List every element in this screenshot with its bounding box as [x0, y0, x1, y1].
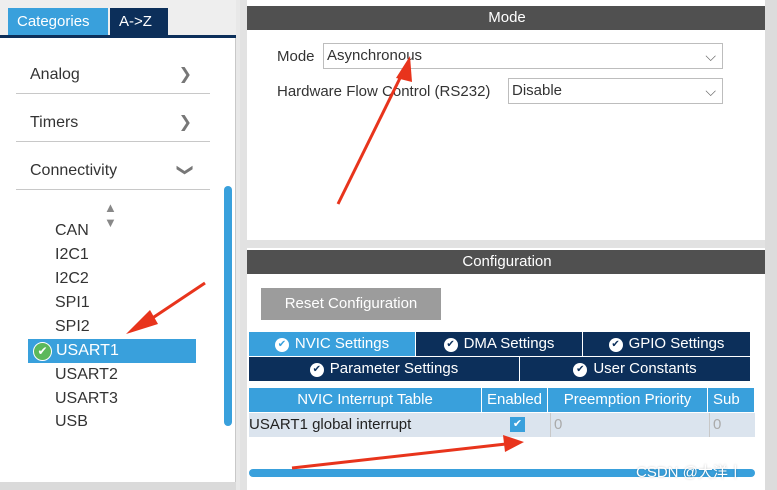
check-circle-icon: ✔: [274, 338, 289, 352]
sub-priority-value[interactable]: 0: [709, 413, 755, 437]
chevron-right-icon: ❯: [178, 114, 192, 131]
tab-nvic-settings[interactable]: ✔ NVIC Settings: [249, 332, 416, 356]
tab-label: DMA Settings: [463, 335, 555, 352]
tab-label: GPIO Settings: [628, 335, 725, 352]
tab-label: NVIC Settings: [294, 335, 390, 352]
tab-parameter-settings[interactable]: ✔ Parameter Settings: [249, 357, 520, 381]
preemption-priority-value[interactable]: 0: [550, 413, 708, 437]
chevron-right-icon: ❯: [178, 66, 192, 83]
watermark: CSDN @大洋丨: [636, 464, 743, 481]
peripheral-usart1-selected[interactable]: ✔ USART1: [28, 339, 196, 363]
reset-configuration-button[interactable]: Reset Configuration: [261, 288, 441, 320]
peripheral-spi1[interactable]: SPI1: [55, 294, 90, 312]
column-header-nvic-interrupt-table[interactable]: NVIC Interrupt Table: [249, 388, 482, 412]
chevron-down-icon: ❯: [176, 163, 194, 177]
peripheral-browser-panel: Categories A->Z Analog ❯ Timers ❯ Connec…: [0, 0, 236, 490]
peripheral-usart3[interactable]: USART3: [55, 390, 118, 408]
configuration-header: Configuration: [247, 250, 767, 274]
category-label: Timers: [30, 114, 79, 131]
bottom-bar: [0, 482, 236, 490]
column-header-preemption-priority[interactable]: Preemption Priority: [548, 388, 708, 412]
vertical-scrollbar[interactable]: [224, 186, 232, 426]
tab-a-to-z[interactable]: A->Z: [110, 8, 168, 35]
sort-icon[interactable]: ▲ ▼: [104, 200, 117, 230]
column-header-enabled[interactable]: Enabled: [482, 388, 548, 412]
mode-panel: Mode Mode Asynchronous ⌵ Hardware Flow C…: [247, 0, 767, 240]
mode-select[interactable]: Asynchronous ⌵: [323, 43, 723, 69]
mode-header: Mode: [247, 6, 767, 30]
tab-label: Parameter Settings: [329, 360, 459, 377]
tab-label: User Constants: [593, 360, 697, 377]
flow-control-value: Disable: [512, 82, 563, 99]
peripheral-can[interactable]: CAN: [55, 222, 89, 240]
peripheral-i2c2[interactable]: I2C2: [55, 270, 89, 288]
category-label: Analog: [30, 66, 80, 83]
enabled-checkbox[interactable]: ✔: [510, 417, 525, 432]
tab-gpio-settings[interactable]: ✔ GPIO Settings: [583, 332, 751, 356]
check-circle-icon: ✔: [309, 363, 324, 377]
tab-categories[interactable]: Categories: [8, 8, 108, 35]
table-row[interactable]: USART1 global interrupt ✔ 0 0: [249, 413, 755, 437]
tab-dma-settings[interactable]: ✔ DMA Settings: [416, 332, 583, 356]
peripheral-label: USART1: [56, 342, 119, 359]
chevron-down-icon: ⌵: [705, 48, 716, 64]
category-label: Connectivity: [30, 162, 118, 179]
check-circle-icon: ✔: [608, 338, 623, 352]
interrupt-name: USART1 global interrupt: [249, 416, 412, 433]
category-timers[interactable]: Timers ❯: [16, 102, 210, 142]
chevron-down-icon: ⌵: [705, 83, 716, 99]
category-connectivity[interactable]: Connectivity ❯: [16, 150, 210, 190]
mode-value: Asynchronous: [327, 47, 423, 64]
check-circle-icon: ✔: [573, 363, 588, 377]
check-circle-icon: ✔: [443, 338, 458, 352]
peripheral-i2c1[interactable]: I2C1: [55, 246, 89, 264]
window-edge: [765, 0, 777, 490]
category-analog[interactable]: Analog ❯: [16, 54, 210, 94]
peripheral-spi2[interactable]: SPI2: [55, 318, 90, 336]
mode-label: Mode: [277, 48, 315, 65]
column-header-sub-priority[interactable]: Sub: [708, 388, 755, 412]
configuration-panel: Configuration Reset Configuration ✔ NVIC …: [247, 248, 767, 490]
peripheral-usb[interactable]: USB: [55, 413, 88, 431]
flow-control-label: Hardware Flow Control (RS232): [277, 83, 491, 100]
peripheral-usart2[interactable]: USART2: [55, 366, 118, 384]
category-tab-bar: Categories A->Z: [0, 0, 236, 38]
check-circle-icon: ✔: [33, 342, 52, 361]
right-area: Mode Mode Asynchronous ⌵ Hardware Flow C…: [240, 0, 777, 490]
tab-user-constants[interactable]: ✔ User Constants: [520, 357, 751, 381]
flow-control-select[interactable]: Disable ⌵: [508, 78, 723, 104]
